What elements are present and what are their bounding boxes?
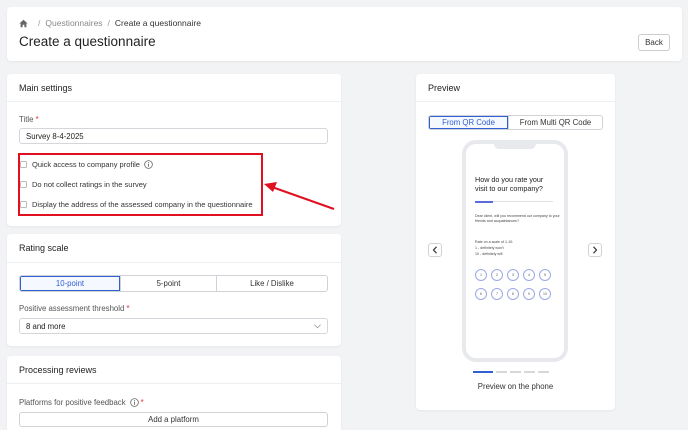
rating-scale-title: Rating scale — [19, 243, 69, 253]
prev-arrow-button[interactable] — [428, 243, 442, 257]
breadcrumb-separator: / — [107, 18, 110, 28]
carousel-dot[interactable] — [473, 371, 493, 373]
back-button[interactable]: Back — [638, 34, 670, 51]
rating-scale-card: Rating scale 10-point 5-point Like / Dis… — [7, 234, 341, 346]
threshold-select[interactable]: 8 and more — [19, 318, 328, 334]
next-arrow-button[interactable] — [588, 243, 602, 257]
required-mark: * — [35, 115, 39, 124]
add-platform-button[interactable]: Add a platform — [19, 412, 328, 427]
preview-title: Preview — [428, 83, 461, 93]
rating-circle[interactable]: 8 — [507, 288, 519, 300]
breadcrumb-current: Create a questionnaire — [114, 18, 201, 28]
processing-reviews-card: Processing reviews Platforms for positiv… — [7, 356, 341, 430]
phone-scale-title: Rate on a scale of 1-10: — [475, 240, 514, 244]
divider — [416, 101, 615, 102]
rating-circle[interactable]: 3 — [507, 269, 519, 281]
breadcrumb: / Questionnaires / Create a questionnair… — [19, 18, 201, 28]
home-icon[interactable] — [19, 19, 28, 28]
annotation-arrow-icon — [264, 182, 335, 210]
carousel-dot[interactable] — [538, 371, 549, 373]
main-settings-title: Main settings — [19, 83, 73, 93]
phone-progress-track — [493, 201, 553, 203]
rating-circle[interactable]: 1 — [475, 269, 487, 281]
preview-source-tabs: From QR Code From Multi QR Code — [428, 115, 603, 130]
processing-reviews-title: Processing reviews — [19, 365, 97, 375]
carousel-dots — [473, 371, 549, 373]
page-title: Create a questionnaire — [19, 34, 156, 49]
divider — [7, 101, 341, 102]
carousel-dot[interactable] — [510, 371, 521, 373]
scale-option-like-dislike[interactable]: Like / Dislike — [216, 276, 327, 291]
rating-circle[interactable]: 2 — [491, 269, 503, 281]
divider — [7, 262, 341, 263]
scale-option-5-point[interactable]: 5-point — [120, 276, 216, 291]
rating-circle[interactable]: 9 — [523, 288, 535, 300]
rating-circle[interactable]: 4 — [523, 269, 535, 281]
phone-scale-low: 1 - definitely won't — [475, 246, 504, 250]
phone-scale-high: 10 - definitely will — [475, 252, 503, 256]
chevron-right-icon — [593, 246, 598, 254]
title-input[interactable]: Survey 8-4-2025 — [19, 128, 328, 144]
threshold-label: Positive assessment threshold * — [19, 304, 130, 313]
rating-circle[interactable]: 6 — [475, 288, 487, 300]
carousel-dot[interactable] — [524, 371, 535, 373]
title-field-label: Title * — [19, 115, 39, 124]
required-mark: * — [140, 398, 144, 407]
rating-circle[interactable]: 7 — [491, 288, 503, 300]
carousel-dot[interactable] — [496, 371, 507, 373]
threshold-value: 8 and more — [26, 321, 66, 331]
tab-from-multi-qr-code[interactable]: From Multi QR Code — [508, 116, 602, 129]
highlight-box — [18, 153, 263, 216]
rating-scale-selector: 10-point 5-point Like / Dislike — [19, 275, 328, 292]
divider — [7, 383, 341, 384]
scale-option-10-point[interactable]: 10-point — [20, 276, 120, 291]
preview-caption: Preview on the phone — [477, 382, 554, 391]
phone-rating-row: 6 7 8 9 10 — [475, 288, 551, 300]
platforms-label: Platforms for positive feedback * — [19, 398, 144, 407]
phone-intro: Dear client, will you recommend our comp… — [475, 214, 560, 223]
rating-circle[interactable]: 10 — [539, 288, 551, 300]
info-icon[interactable] — [129, 398, 139, 407]
phone-progress — [475, 201, 493, 203]
breadcrumb-parent-link[interactable]: Questionnaires — [45, 18, 102, 28]
chevron-down-icon — [314, 323, 321, 328]
breadcrumb-separator: / — [38, 18, 41, 28]
phone-rating-row: 1 2 3 4 5 — [475, 269, 551, 281]
tab-from-qr-code[interactable]: From QR Code — [429, 116, 508, 129]
phone-question: How do you rate your visit to our compan… — [475, 175, 544, 193]
rating-circle[interactable]: 5 — [539, 269, 551, 281]
page-header: / Questionnaires / Create a questionnair… — [7, 7, 682, 61]
required-mark: * — [126, 304, 130, 313]
phone-preview: How do you rate your visit to our compan… — [462, 140, 568, 362]
phone-notch — [494, 144, 536, 149]
chevron-left-icon — [432, 246, 437, 254]
